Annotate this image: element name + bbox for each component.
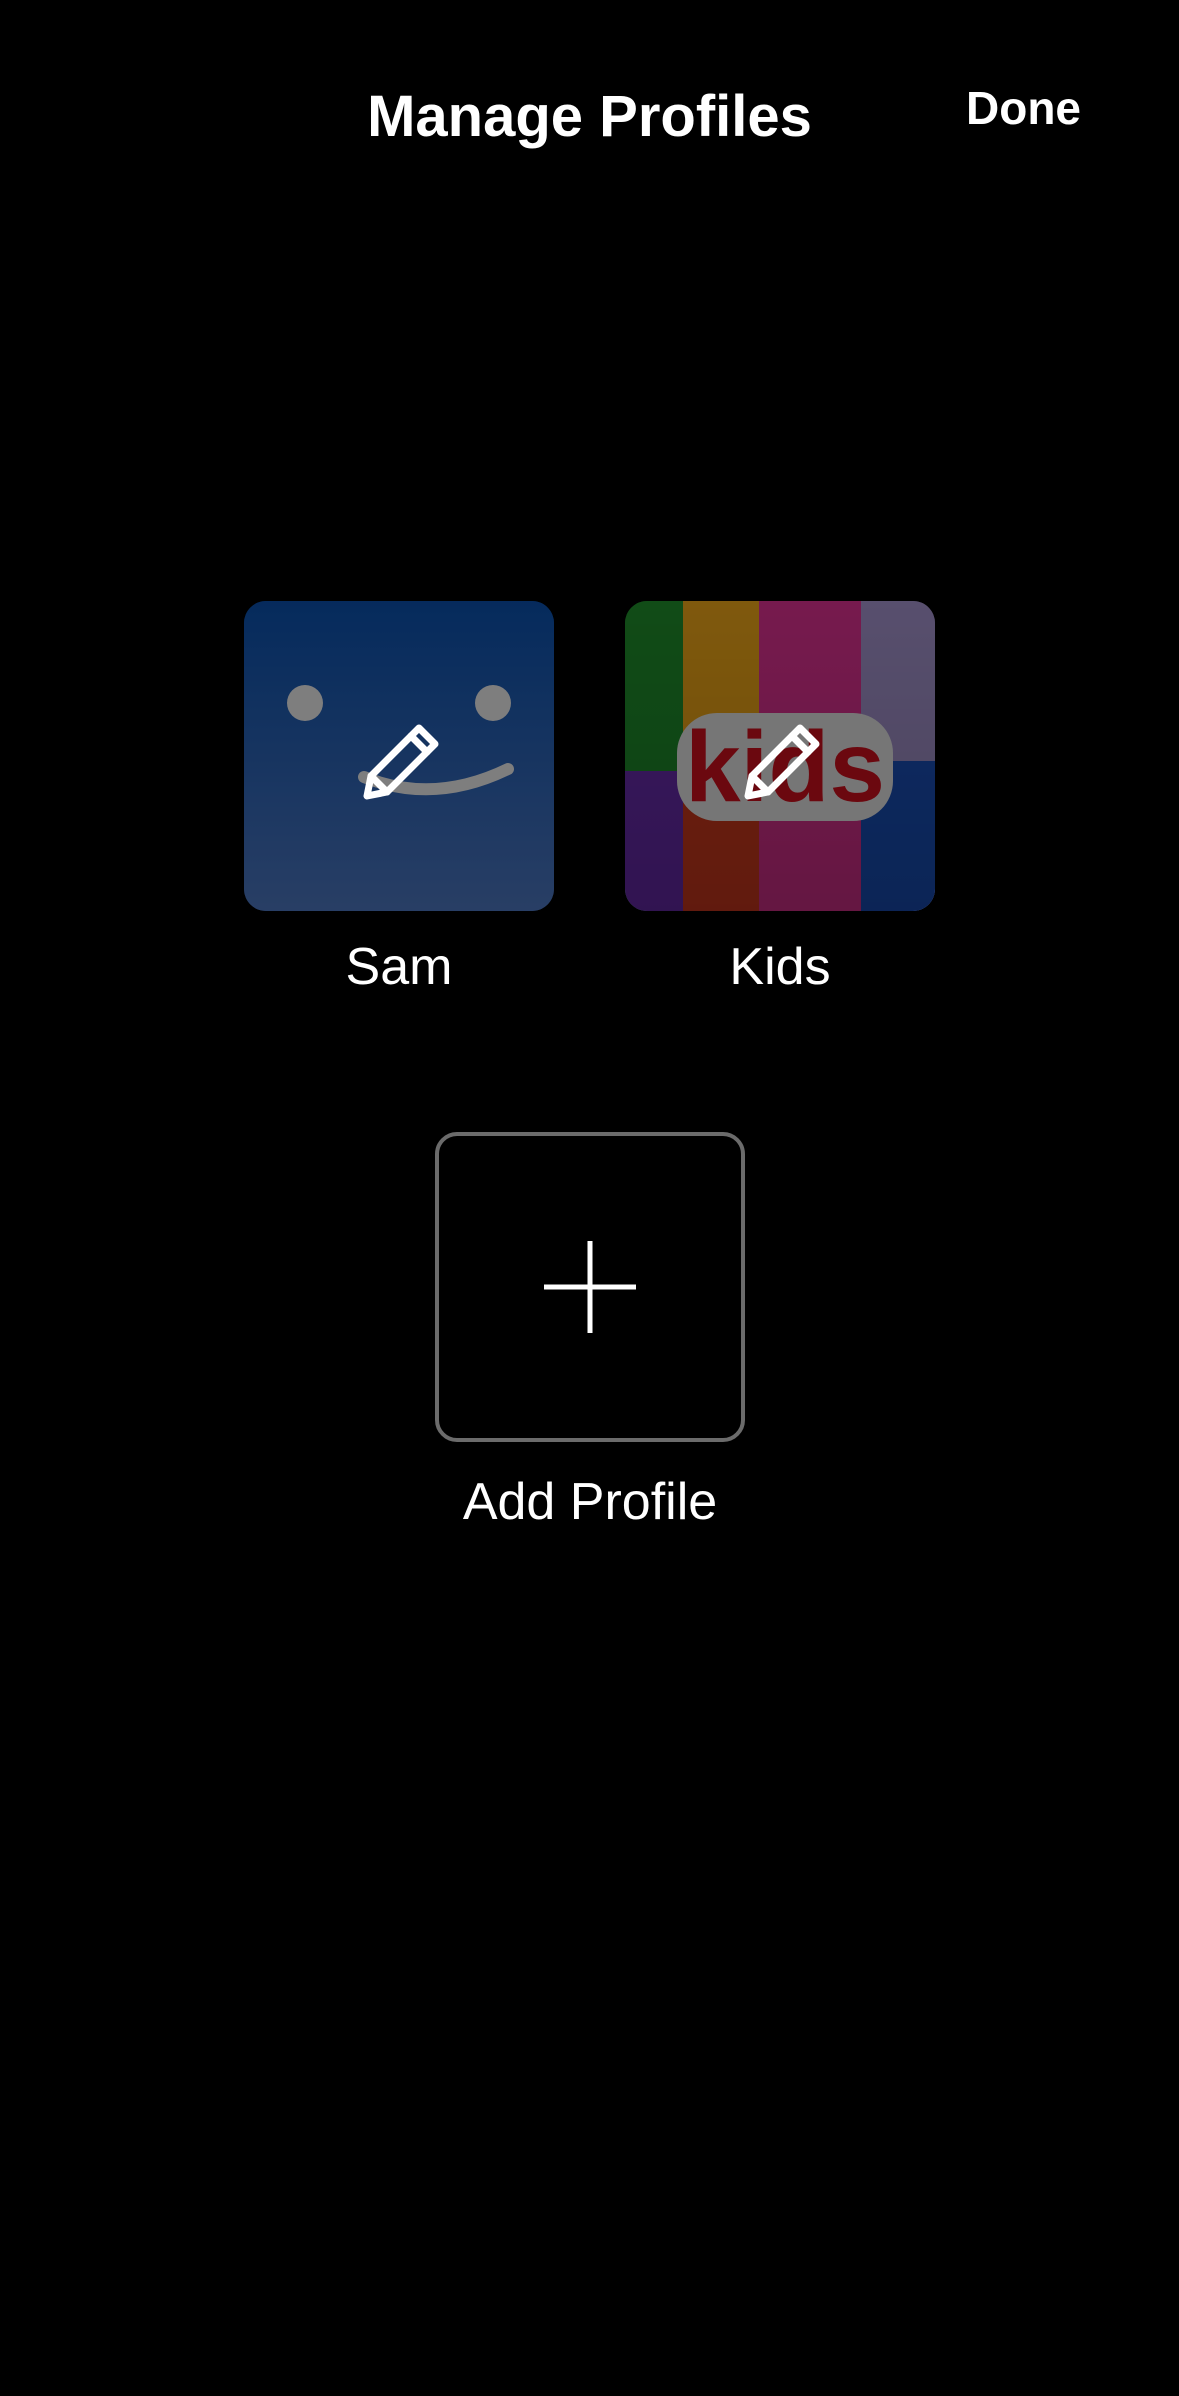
done-button[interactable]: Done xyxy=(966,80,1081,136)
profile-tile-sam[interactable]: Sam xyxy=(244,601,554,997)
pencil-edit-icon[interactable] xyxy=(730,706,830,806)
add-profile-label: Add Profile xyxy=(462,1473,718,1531)
avatar[interactable]: kids xyxy=(625,601,935,911)
pencil-edit-icon[interactable] xyxy=(349,706,449,806)
profile-tile-kids[interactable]: kids Kids xyxy=(625,601,935,997)
profile-name: Kids xyxy=(729,938,831,996)
plus-icon xyxy=(544,1241,636,1333)
add-profile-tile[interactable]: Add Profile xyxy=(435,1132,745,1532)
avatar[interactable] xyxy=(244,601,554,911)
add-profile-button[interactable] xyxy=(435,1132,745,1442)
header-bar: Manage Profiles Done xyxy=(0,0,1179,230)
profile-name: Sam xyxy=(345,938,453,996)
